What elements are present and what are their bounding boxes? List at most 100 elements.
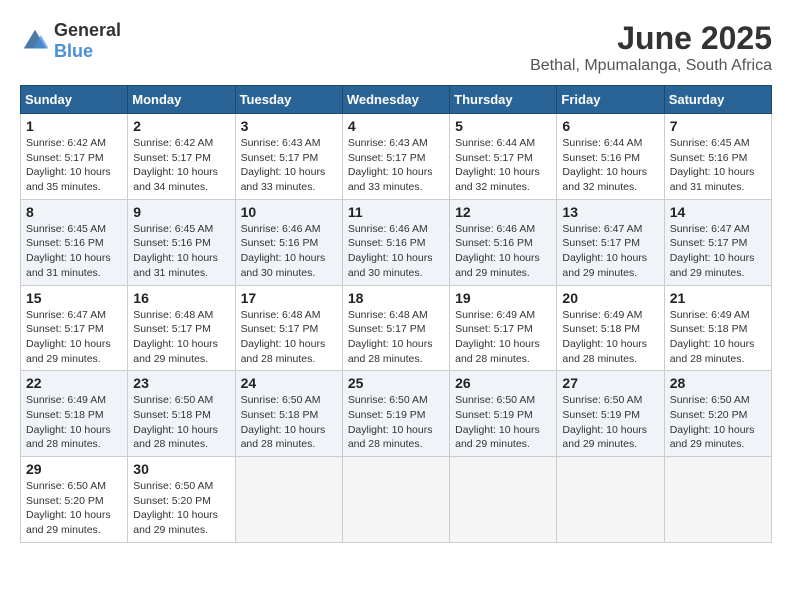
day-number: 21 xyxy=(670,290,766,306)
day-info: Sunrise: 6:43 AMSunset: 5:17 PMDaylight:… xyxy=(241,136,337,195)
month-title: June 2025 xyxy=(530,20,772,57)
calendar-cell: 30 Sunrise: 6:50 AMSunset: 5:20 PMDayligh… xyxy=(128,457,235,543)
calendar-cell: 15 Sunrise: 6:47 AMSunset: 5:17 PMDayligh… xyxy=(21,285,128,371)
day-info: Sunrise: 6:50 AMSunset: 5:18 PMDaylight:… xyxy=(241,393,337,452)
day-number: 29 xyxy=(26,461,122,477)
day-number: 19 xyxy=(455,290,551,306)
calendar-cell: 21 Sunrise: 6:49 AMSunset: 5:18 PMDayligh… xyxy=(664,285,771,371)
day-info: Sunrise: 6:49 AMSunset: 5:18 PMDaylight:… xyxy=(670,308,766,367)
day-number: 24 xyxy=(241,375,337,391)
day-info: Sunrise: 6:47 AMSunset: 5:17 PMDaylight:… xyxy=(670,222,766,281)
day-number: 10 xyxy=(241,204,337,220)
day-info: Sunrise: 6:43 AMSunset: 5:17 PMDaylight:… xyxy=(348,136,444,195)
day-number: 16 xyxy=(133,290,229,306)
day-info: Sunrise: 6:50 AMSunset: 5:20 PMDaylight:… xyxy=(26,479,122,538)
calendar-cell: 9Sunrise: 6:45 AMSunset: 5:16 PMDaylight… xyxy=(128,199,235,285)
header-tuesday: Tuesday xyxy=(235,86,342,114)
day-info: Sunrise: 6:46 AMSunset: 5:16 PMDaylight:… xyxy=(348,222,444,281)
calendar-cell: 26 Sunrise: 6:50 AMSunset: 5:19 PMDayligh… xyxy=(450,371,557,457)
calendar-cell: 29 Sunrise: 6:50 AMSunset: 5:20 PMDayligh… xyxy=(21,457,128,543)
day-number: 30 xyxy=(133,461,229,477)
calendar-cell xyxy=(450,457,557,543)
calendar-cell: 17 Sunrise: 6:48 AMSunset: 5:17 PMDayligh… xyxy=(235,285,342,371)
calendar-cell xyxy=(557,457,664,543)
day-info: Sunrise: 6:46 AMSunset: 5:16 PMDaylight:… xyxy=(241,222,337,281)
calendar-cell: 24 Sunrise: 6:50 AMSunset: 5:18 PMDayligh… xyxy=(235,371,342,457)
day-info: Sunrise: 6:50 AMSunset: 5:20 PMDaylight:… xyxy=(133,479,229,538)
day-number: 12 xyxy=(455,204,551,220)
day-number: 4 xyxy=(348,118,444,134)
day-number: 20 xyxy=(562,290,658,306)
header-sunday: Sunday xyxy=(21,86,128,114)
day-info: Sunrise: 6:50 AMSunset: 5:19 PMDaylight:… xyxy=(562,393,658,452)
calendar-week-2: 8Sunrise: 6:45 AMSunset: 5:16 PMDaylight… xyxy=(21,199,772,285)
day-info: Sunrise: 6:50 AMSunset: 5:19 PMDaylight:… xyxy=(455,393,551,452)
day-number: 6 xyxy=(562,118,658,134)
title-area: June 2025 Bethal, Mpumalanga, South Afri… xyxy=(530,20,772,75)
day-info: Sunrise: 6:49 AMSunset: 5:18 PMDaylight:… xyxy=(26,393,122,452)
calendar-cell: 12 Sunrise: 6:46 AMSunset: 5:16 PMDayligh… xyxy=(450,199,557,285)
day-number: 11 xyxy=(348,204,444,220)
day-number: 15 xyxy=(26,290,122,306)
day-info: Sunrise: 6:47 AMSunset: 5:17 PMDaylight:… xyxy=(562,222,658,281)
calendar-week-3: 15 Sunrise: 6:47 AMSunset: 5:17 PMDayligh… xyxy=(21,285,772,371)
calendar-cell: 6 Sunrise: 6:44 AMSunset: 5:16 PMDaylight… xyxy=(557,114,664,200)
calendar-cell: 8Sunrise: 6:45 AMSunset: 5:16 PMDaylight… xyxy=(21,199,128,285)
calendar-cell: 27Sunrise: 6:50 AMSunset: 5:19 PMDayligh… xyxy=(557,371,664,457)
day-number: 3 xyxy=(241,118,337,134)
logo-blue: Blue xyxy=(54,41,93,61)
calendar-cell: 16Sunrise: 6:48 AMSunset: 5:17 PMDayligh… xyxy=(128,285,235,371)
page-header: General Blue June 2025 Bethal, Mpumalang… xyxy=(20,20,772,75)
header-thursday: Thursday xyxy=(450,86,557,114)
logo-general: General xyxy=(54,20,121,40)
day-info: Sunrise: 6:46 AMSunset: 5:16 PMDaylight:… xyxy=(455,222,551,281)
calendar-cell: 20Sunrise: 6:49 AMSunset: 5:18 PMDayligh… xyxy=(557,285,664,371)
calendar-cell: 22 Sunrise: 6:49 AMSunset: 5:18 PMDayligh… xyxy=(21,371,128,457)
day-number: 1 xyxy=(26,118,122,134)
day-info: Sunrise: 6:45 AMSunset: 5:16 PMDaylight:… xyxy=(670,136,766,195)
day-info: Sunrise: 6:50 AMSunset: 5:18 PMDaylight:… xyxy=(133,393,229,452)
day-number: 17 xyxy=(241,290,337,306)
calendar-cell: 4 Sunrise: 6:43 AMSunset: 5:17 PMDaylight… xyxy=(342,114,449,200)
calendar-cell: 2 Sunrise: 6:42 AMSunset: 5:17 PMDaylight… xyxy=(128,114,235,200)
calendar-cell: 13 Sunrise: 6:47 AMSunset: 5:17 PMDayligh… xyxy=(557,199,664,285)
day-info: Sunrise: 6:44 AMSunset: 5:17 PMDaylight:… xyxy=(455,136,551,195)
day-number: 25 xyxy=(348,375,444,391)
day-info: Sunrise: 6:42 AMSunset: 5:17 PMDaylight:… xyxy=(133,136,229,195)
logo-icon xyxy=(20,26,50,56)
day-number: 9 xyxy=(133,204,229,220)
day-number: 28 xyxy=(670,375,766,391)
calendar-cell: 5Sunrise: 6:44 AMSunset: 5:17 PMDaylight… xyxy=(450,114,557,200)
day-number: 22 xyxy=(26,375,122,391)
calendar-header-row: SundayMondayTuesdayWednesdayThursdayFrid… xyxy=(21,86,772,114)
calendar-cell xyxy=(235,457,342,543)
calendar-week-5: 29 Sunrise: 6:50 AMSunset: 5:20 PMDayligh… xyxy=(21,457,772,543)
calendar-cell: 23 Sunrise: 6:50 AMSunset: 5:18 PMDayligh… xyxy=(128,371,235,457)
day-info: Sunrise: 6:47 AMSunset: 5:17 PMDaylight:… xyxy=(26,308,122,367)
calendar-cell: 3 Sunrise: 6:43 AMSunset: 5:17 PMDaylight… xyxy=(235,114,342,200)
day-info: Sunrise: 6:49 AMSunset: 5:17 PMDaylight:… xyxy=(455,308,551,367)
day-info: Sunrise: 6:44 AMSunset: 5:16 PMDaylight:… xyxy=(562,136,658,195)
day-info: Sunrise: 6:50 AMSunset: 5:20 PMDaylight:… xyxy=(670,393,766,452)
day-number: 14 xyxy=(670,204,766,220)
calendar-cell: 14 Sunrise: 6:47 AMSunset: 5:17 PMDayligh… xyxy=(664,199,771,285)
day-number: 23 xyxy=(133,375,229,391)
day-number: 26 xyxy=(455,375,551,391)
logo: General Blue xyxy=(20,20,121,62)
day-info: Sunrise: 6:48 AMSunset: 5:17 PMDaylight:… xyxy=(348,308,444,367)
calendar-cell: 25 Sunrise: 6:50 AMSunset: 5:19 PMDayligh… xyxy=(342,371,449,457)
logo-text: General Blue xyxy=(54,20,121,62)
header-wednesday: Wednesday xyxy=(342,86,449,114)
calendar-cell: 18Sunrise: 6:48 AMSunset: 5:17 PMDayligh… xyxy=(342,285,449,371)
header-monday: Monday xyxy=(128,86,235,114)
calendar-week-1: 1 Sunrise: 6:42 AMSunset: 5:17 PMDaylight… xyxy=(21,114,772,200)
day-info: Sunrise: 6:48 AMSunset: 5:17 PMDaylight:… xyxy=(241,308,337,367)
day-info: Sunrise: 6:50 AMSunset: 5:19 PMDaylight:… xyxy=(348,393,444,452)
day-number: 13 xyxy=(562,204,658,220)
location-title: Bethal, Mpumalanga, South Africa xyxy=(530,57,772,75)
day-number: 7 xyxy=(670,118,766,134)
day-number: 2 xyxy=(133,118,229,134)
calendar-cell: 7 Sunrise: 6:45 AMSunset: 5:16 PMDaylight… xyxy=(664,114,771,200)
calendar-week-4: 22 Sunrise: 6:49 AMSunset: 5:18 PMDayligh… xyxy=(21,371,772,457)
calendar-cell: 10 Sunrise: 6:46 AMSunset: 5:16 PMDayligh… xyxy=(235,199,342,285)
